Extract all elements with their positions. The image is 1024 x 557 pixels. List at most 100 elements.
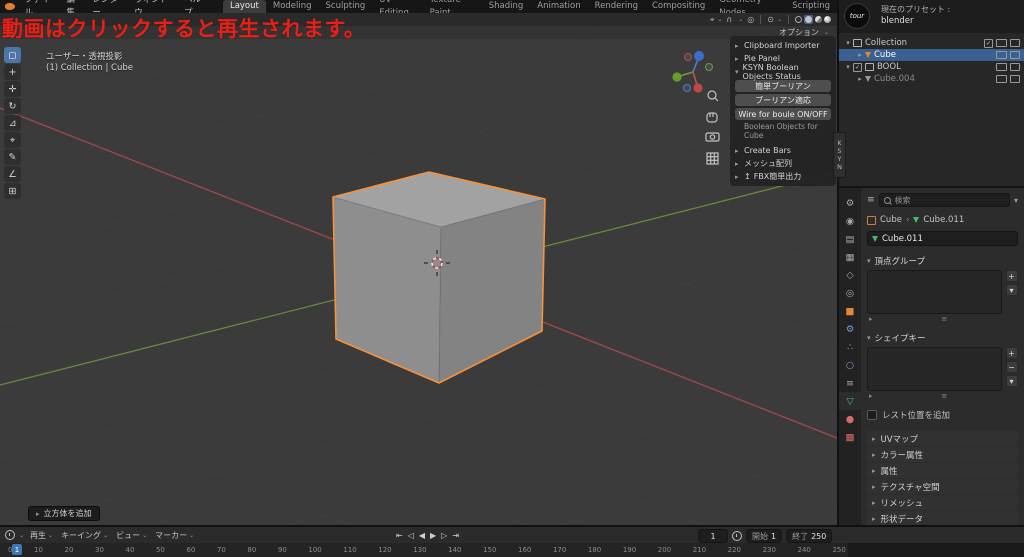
shape-key-specials-button[interactable]: ▾ (1005, 375, 1018, 387)
viewport-visibility-icon[interactable] (996, 39, 1007, 47)
fbx-export-section[interactable]: ▸ ↥ FBX簡単出力 (735, 170, 831, 183)
proportional-editing-icon[interactable]: ◎ (747, 15, 754, 24)
n-panel-category-tab[interactable]: KSYN (833, 132, 846, 178)
panel-color-attributes[interactable]: ▸ カラー属性 (867, 447, 1018, 462)
viewport-visibility-icon[interactable] (996, 75, 1007, 83)
boolean-status-section[interactable]: ▾ KSYN Boolean Objects Status (735, 63, 831, 81)
jump-to-start-button[interactable]: ⇤ (396, 531, 403, 540)
tab-particles[interactable]: ∴ (839, 338, 861, 356)
render-visibility-icon[interactable] (1010, 63, 1020, 71)
play-button[interactable]: ▶ (430, 531, 436, 540)
exclude-checkbox[interactable]: ✓ (853, 62, 862, 72)
frame-end-field[interactable]: 終了 250 (786, 529, 833, 543)
panel-remesh[interactable]: ▸ リメッシュ (867, 495, 1018, 510)
tab-rendering[interactable]: Rendering (588, 0, 645, 13)
cube-object[interactable] (332, 171, 546, 384)
tab-constraints[interactable]: ≡ (839, 374, 861, 392)
pivot-point-dropdown[interactable]: ⌖ ⌄ (710, 15, 723, 25)
tab-world[interactable]: ◎ (839, 284, 861, 302)
tab-view-layer[interactable]: ▦ (839, 248, 861, 266)
preset-value[interactable]: blender (881, 16, 914, 26)
snap-magnet-icon[interactable]: ∩ (726, 15, 732, 24)
playhead[interactable]: 1 (12, 544, 22, 555)
frame-start-field[interactable]: 開始 1 (746, 529, 783, 543)
render-visibility-icon[interactable] (1010, 75, 1020, 83)
gizmo-x-neg[interactable] (684, 53, 692, 61)
panel-uv-maps[interactable]: ▸ UVマップ (867, 431, 1018, 446)
measure-tool[interactable]: ∠ (4, 166, 21, 182)
jump-next-keyframe-button[interactable]: ▷ (441, 531, 447, 540)
tab-physics[interactable]: ○ (839, 356, 861, 374)
clipboard-importer-section[interactable]: ▸ Clipboard Importer (735, 39, 831, 52)
viewport-visibility-icon[interactable] (996, 63, 1007, 71)
tab-shading[interactable]: Shading (482, 0, 531, 13)
camera-view-icon[interactable] (705, 132, 720, 142)
timeline-editor-type-icon[interactable] (5, 530, 15, 540)
viewport-visibility-icon[interactable] (996, 51, 1007, 59)
shape-keys-list[interactable] (867, 347, 1002, 391)
tab-scene[interactable]: ◇ (839, 266, 861, 284)
outliner-row-cube-004[interactable]: ▸ Cube.004 (839, 73, 1024, 85)
current-frame-field[interactable]: 1 (698, 529, 728, 543)
exclude-checkbox[interactable]: ✓ (984, 38, 993, 48)
easy-boolean-button[interactable]: 簡単ブーリアン (735, 80, 831, 92)
panel-attributes[interactable]: ▸ 属性 (867, 463, 1018, 478)
vertex-groups-list[interactable] (867, 270, 1002, 314)
render-visibility-icon[interactable] (1010, 39, 1020, 47)
panel-geometry-data[interactable]: ▸ 形状データ (867, 511, 1018, 526)
tab-layout[interactable]: Layout (222, 0, 266, 13)
playback-sync-icon[interactable] (732, 531, 742, 541)
apply-boolean-button[interactable]: ブーリアン適応 (735, 94, 831, 106)
editor-type-chevron[interactable]: ⌄ (19, 532, 24, 539)
viewport-3d[interactable]: ⌖ ⌄ ∩ ⌄ ◎ ⊙ ⌄ オプション ⌄ ユーザー・透視投影 (1) Collect… (0, 13, 837, 525)
vertex-group-specials-button[interactable]: ▾ (1005, 284, 1018, 296)
tab-object[interactable]: ■ (839, 302, 861, 320)
operator-panel-button[interactable]: ▸ 立方体を追加 (28, 506, 100, 521)
list-resize-grip[interactable]: ≡ (941, 392, 947, 400)
outliner-row-collection[interactable]: ▾ Collection ✓ (839, 37, 1024, 49)
gizmo-z-neg[interactable] (683, 84, 691, 92)
shape-keys-panel-header[interactable]: ▾ シェイプキー (867, 332, 1018, 344)
tab-modeling[interactable]: Modeling (266, 0, 319, 13)
cursor-tool[interactable]: + (4, 64, 21, 80)
tab-tool[interactable]: ⚙ (839, 194, 861, 212)
add-shape-key-button[interactable]: + (1005, 347, 1018, 359)
rest-position-checkbox[interactable] (867, 410, 877, 420)
remove-shape-key-button[interactable]: − (1005, 361, 1018, 373)
add-vertex-group-button[interactable]: + (1005, 270, 1018, 282)
tab-texture[interactable]: ▩ (839, 428, 861, 446)
tab-modifiers[interactable]: ⚙ (839, 320, 861, 338)
solid-shading-button[interactable] (804, 15, 813, 24)
rotate-tool[interactable]: ↻ (4, 98, 21, 114)
add-cube-tool[interactable]: ⊞ (4, 183, 21, 199)
menu-keying[interactable]: キーイング ⌄ (57, 530, 112, 541)
play-reverse-button[interactable]: ◀ (419, 531, 425, 540)
filter-dropdown-icon[interactable]: ▾ (1014, 196, 1018, 205)
jump-prev-keyframe-button[interactable]: ◁ (408, 531, 414, 540)
transform-tool[interactable]: ⌖ (4, 132, 21, 148)
datablock-name-field[interactable]: Cube.011 (867, 231, 1018, 246)
zoom-icon[interactable] (707, 90, 719, 102)
vertex-groups-panel-header[interactable]: ▾ 頂点グループ (867, 255, 1018, 267)
menu-marker[interactable]: マーカー ⌄ (151, 530, 198, 541)
video-overlay-notice[interactable]: 動画はクリックすると再生されます。 (2, 13, 365, 43)
move-tool[interactable]: ✛ (4, 81, 21, 97)
properties-editor-icon[interactable]: ≡ (867, 195, 875, 205)
tab-object-data[interactable]: ▽ (839, 392, 861, 410)
select-box-tool[interactable]: ◻ (4, 47, 21, 63)
tab-compositing[interactable]: Compositing (645, 0, 712, 13)
overlays-dropdown[interactable]: ⊙ ⌄ (767, 15, 782, 24)
wire-toggle-button[interactable]: Wire for boule ON/OFF (735, 108, 831, 120)
create-bars-section[interactable]: ▸ Create Bars (735, 144, 831, 157)
tab-render[interactable]: ◉ (839, 212, 861, 230)
tab-sculpting[interactable]: Sculpting (319, 0, 373, 13)
gizmo-z-axis[interactable] (694, 51, 704, 61)
blender-logo-icon[interactable] (5, 3, 16, 10)
panel-texture-space[interactable]: ▸ テクスチャ空間 (867, 479, 1018, 494)
snap-dropdown[interactable]: ⌄ (736, 16, 743, 23)
gizmo-y-neg[interactable] (705, 63, 713, 71)
outliner-row-cube[interactable]: ▸ Cube (839, 49, 1024, 61)
tab-material[interactable]: ● (839, 410, 861, 428)
timeline-ruler[interactable]: 1 0 10 20 30 40 50 60 70 80 90 100 110 120 130 140 150 1… (0, 543, 1024, 557)
menu-view[interactable]: ビュー ⌄ (112, 530, 151, 541)
